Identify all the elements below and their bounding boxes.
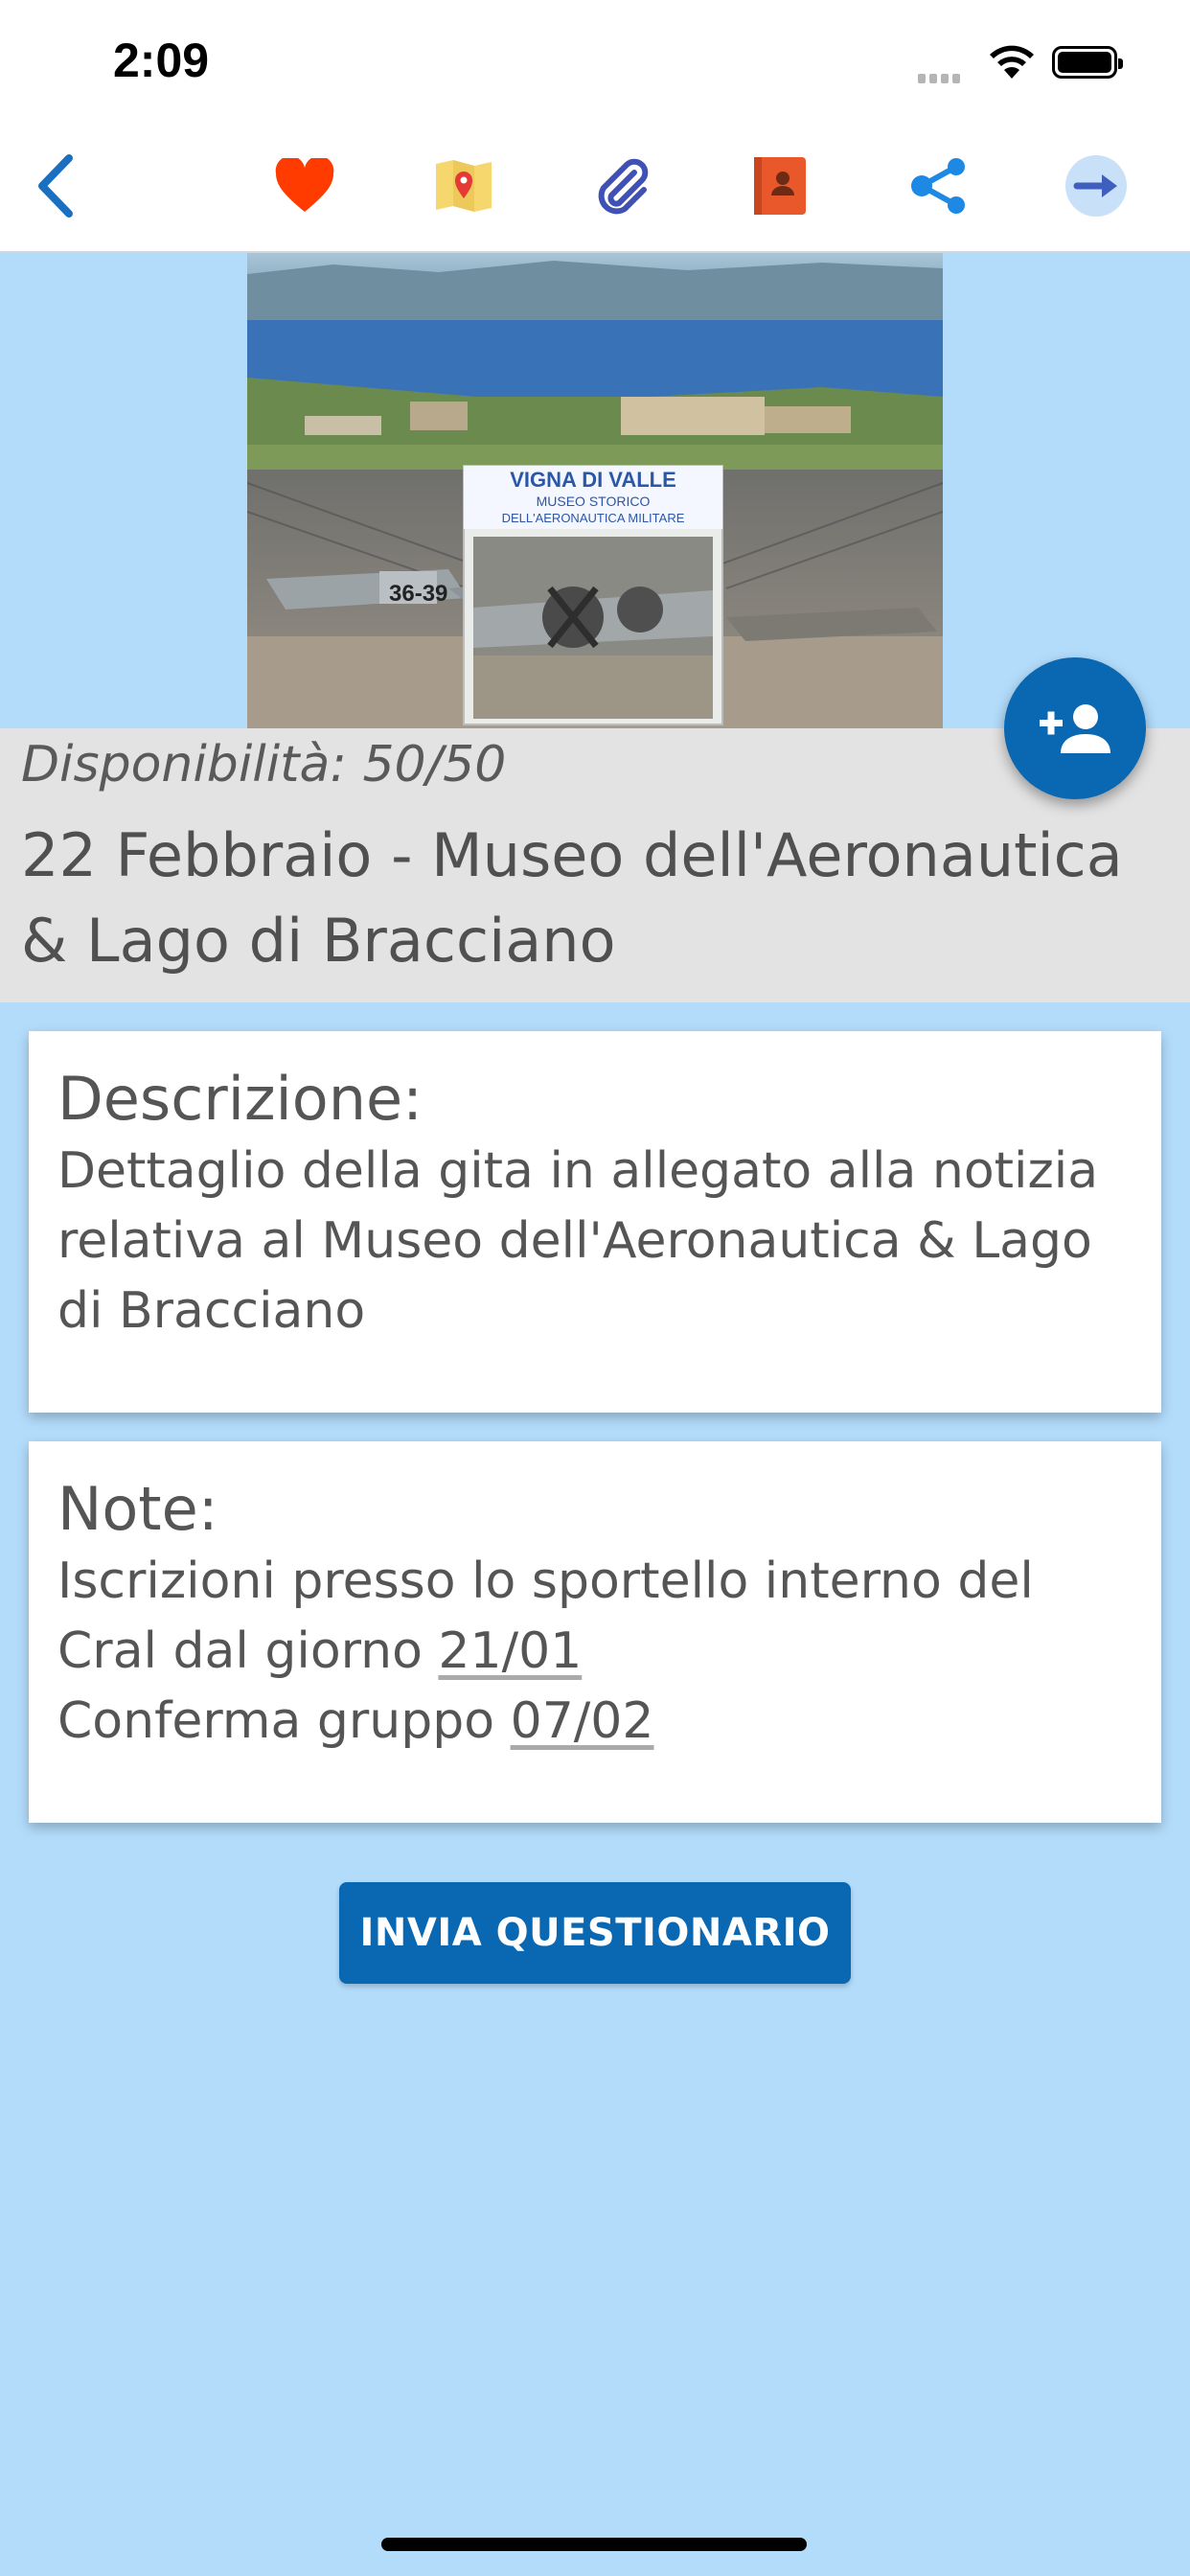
share-icon	[911, 158, 965, 214]
favorite-button[interactable]	[266, 148, 343, 224]
home-indicator	[381, 2538, 807, 2551]
notes-card: Note: Iscrizioni presso lo sportello int…	[29, 1441, 1161, 1823]
back-button[interactable]	[17, 148, 94, 224]
map-icon	[436, 160, 492, 212]
heart-icon	[275, 158, 334, 212]
sign-subtitle-2: DELL'AERONAUTICA MILITARE	[502, 511, 685, 525]
back-icon	[38, 154, 73, 218]
sign-title: VIGNA DI VALLE	[510, 468, 676, 492]
share-button[interactable]	[901, 148, 977, 224]
attachment-button[interactable]	[584, 148, 661, 224]
send-questionnaire-button[interactable]: INVIA QUESTIONARIO	[339, 1882, 851, 1984]
status-time: 2:09	[113, 34, 210, 87]
description-heading: Descrizione:	[57, 1064, 423, 1134]
map-button[interactable]	[425, 148, 502, 224]
sign-subtitle: MUSEO STORICO	[537, 494, 651, 509]
wifi-icon	[990, 45, 1034, 79]
add-participant-button[interactable]	[1004, 657, 1146, 799]
cellular-signal-icon	[918, 69, 964, 87]
event-title: 22 Febbraio - Museo dell'Aeronautica & L…	[21, 820, 1123, 976]
next-button[interactable]	[1058, 148, 1134, 224]
confirmation-date-link[interactable]: 07/02	[511, 1692, 654, 1750]
registration-date-link[interactable]: 21/01	[438, 1622, 582, 1680]
availability-label: Disponibilità: 50/50	[21, 736, 507, 794]
arrow-right-icon	[1065, 155, 1127, 217]
notes-line-2: Conferma gruppo	[57, 1692, 511, 1750]
notes-heading: Note:	[57, 1474, 218, 1544]
contacts-button[interactable]	[742, 148, 818, 224]
description-text: Dettaglio della gita in allegato alla no…	[57, 1142, 1099, 1340]
battery-icon	[1052, 46, 1123, 79]
add-person-icon	[1040, 704, 1110, 753]
event-image: VIGNA DI VALLE MUSEO STORICO DELL'AERONA…	[247, 253, 943, 728]
notes-text: Iscrizioni presso lo sportello interno d…	[57, 1547, 1133, 1757]
contact-book-icon	[754, 157, 806, 215]
paperclip-icon	[598, 158, 649, 215]
description-card: Descrizione: Dettaglio della gita in all…	[29, 1031, 1161, 1413]
status-bar: 2:09	[0, 0, 1190, 126]
plane-number: 36-39	[389, 581, 447, 607]
toolbar	[0, 126, 1190, 253]
